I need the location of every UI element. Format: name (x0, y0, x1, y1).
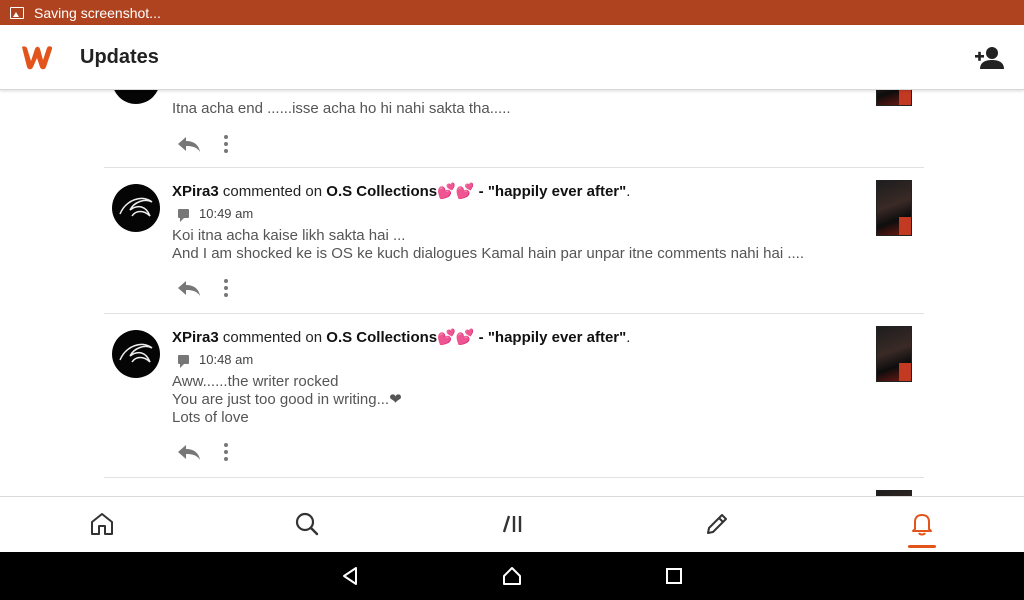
system-navigation-bar (0, 552, 1024, 600)
app-bar: Updates (0, 25, 1024, 90)
story-link[interactable]: O.S Collections💕💕 - "happily ever after" (326, 329, 626, 346)
comment-body: Aww......the writer rocked You are just … (172, 373, 402, 427)
reply-icon[interactable] (176, 440, 202, 464)
home-icon[interactable] (89, 511, 115, 537)
home-icon[interactable] (502, 566, 522, 586)
comment-actions (176, 276, 236, 300)
action-text: commented on (222, 329, 323, 346)
divider (104, 313, 924, 314)
screenshot-icon (10, 6, 24, 19)
updates-feed[interactable]: Itna acha end ......isse acha ho hi nahi… (0, 90, 1024, 496)
search-icon[interactable] (294, 511, 320, 537)
notifications-tab[interactable] (908, 511, 936, 548)
update-headline[interactable]: XPira3 commented on O.S Collections💕💕 - … (172, 182, 630, 200)
comment-actions (176, 132, 236, 156)
update-headline[interactable]: XPira3 commented on O.S Collections💕💕 - … (172, 328, 630, 346)
status-bar: Saving screenshot... (0, 0, 1024, 25)
story-cover-thumbnail[interactable] (876, 90, 912, 106)
write-icon[interactable] (704, 511, 730, 537)
divider (104, 477, 924, 478)
add-friend-icon[interactable] (974, 43, 1004, 73)
story-link[interactable]: O.S Collections💕💕 - "happily ever after" (326, 183, 626, 200)
page-title: Updates (80, 45, 159, 68)
comment-line: Aww......the writer rocked (172, 373, 339, 390)
avatar[interactable] (112, 90, 160, 104)
back-icon[interactable] (341, 566, 361, 586)
comment-meta: 10:49 am (178, 206, 254, 222)
recents-icon[interactable] (664, 566, 684, 586)
reply-icon[interactable] (176, 132, 202, 156)
bottom-navigation (0, 496, 1024, 552)
reply-icon[interactable] (176, 276, 202, 300)
comment-line: Koi itna acha kaise likh sakta hai ... (172, 227, 406, 244)
notifications-icon (912, 514, 932, 536)
library-icon[interactable] (500, 511, 526, 537)
comment-body: Koi itna acha kaise likh sakta hai ... A… (172, 227, 804, 263)
comment-meta: 10:48 am (178, 352, 254, 368)
username-link[interactable]: XPira3 (172, 183, 219, 200)
timestamp: 10:49 am (199, 206, 254, 221)
avatar[interactable] (112, 330, 160, 378)
more-options-icon[interactable] (220, 278, 232, 298)
action-text: commented on (222, 183, 323, 200)
divider (104, 167, 924, 168)
wattpad-logo-icon[interactable] (20, 40, 54, 74)
comment-line: And I am shocked ke is OS ke kuch dialog… (172, 245, 805, 262)
story-cover-thumbnail[interactable] (876, 180, 912, 236)
headline-period: . (626, 329, 631, 346)
avatar[interactable] (112, 184, 160, 232)
comment-line: Lots of love (172, 409, 249, 426)
username-link[interactable]: XPira3 (172, 329, 219, 346)
headline-period: . (626, 183, 631, 200)
comment-line: You are just too good in writing...❤ (172, 391, 402, 408)
timestamp: 10:48 am (199, 352, 254, 367)
comment-body: Itna acha end ......isse acha ho hi nahi… (172, 100, 511, 117)
more-options-icon[interactable] (220, 134, 232, 154)
story-cover-thumbnail[interactable] (876, 326, 912, 382)
more-options-icon[interactable] (220, 442, 232, 462)
comment-actions (176, 440, 236, 464)
comment-icon (178, 355, 189, 368)
comment-icon (178, 209, 189, 222)
status-text: Saving screenshot... (34, 4, 161, 21)
